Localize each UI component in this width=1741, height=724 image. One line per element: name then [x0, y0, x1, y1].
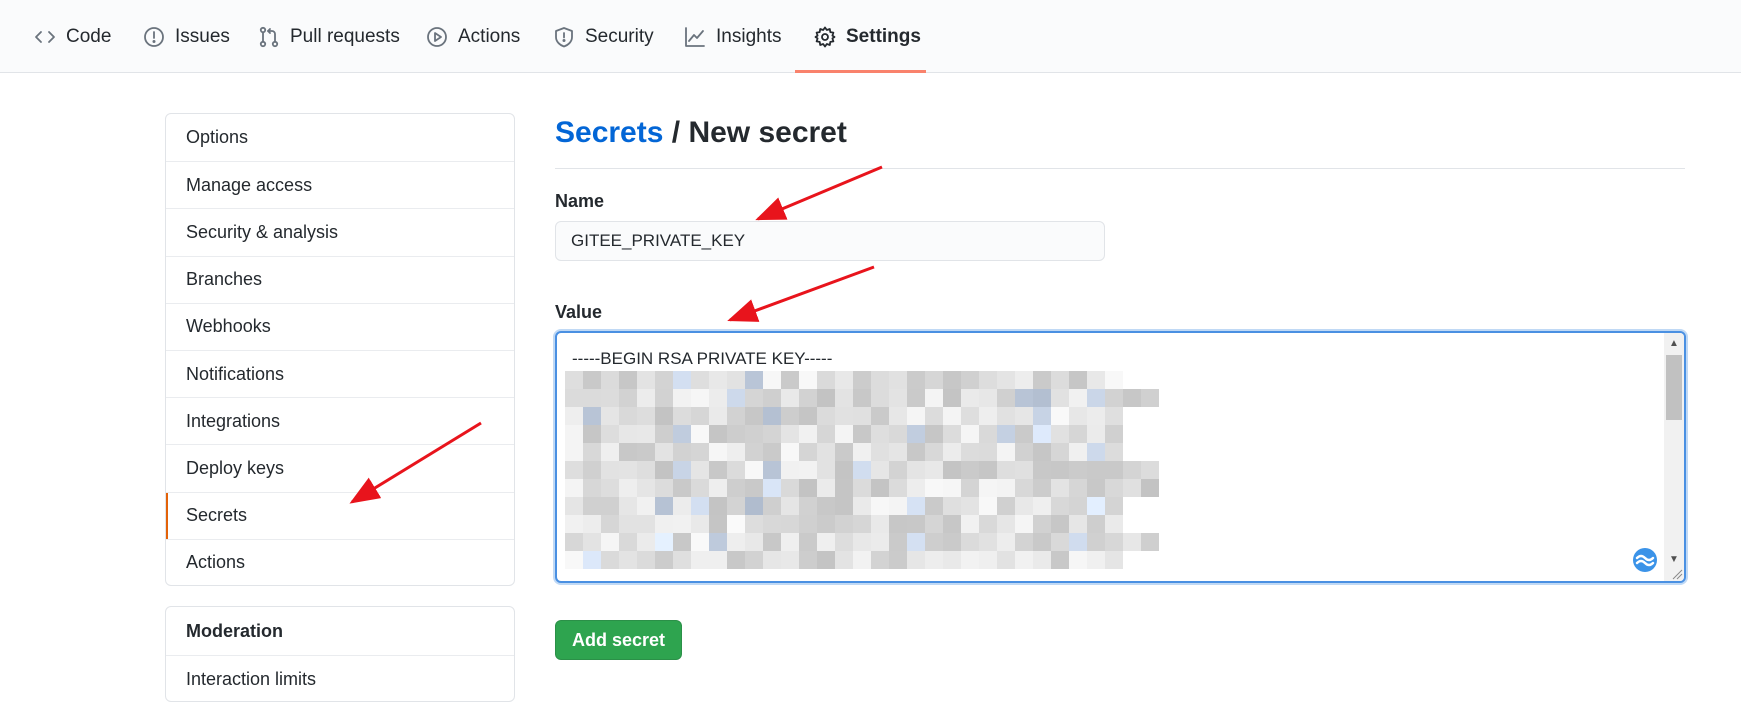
page-title-text: New secret: [688, 116, 847, 149]
issue-icon: [144, 26, 164, 47]
breadcrumb-separator: /: [663, 116, 689, 149]
tab-code[interactable]: Code: [34, 0, 111, 73]
resize-grip-icon[interactable]: [1671, 568, 1683, 580]
tab-code-label: Code: [66, 25, 112, 47]
redacted-key-content: [565, 371, 1159, 569]
secret-value-textarea[interactable]: -----BEGIN RSA PRIVATE KEY----- ▲ ▼: [555, 331, 1686, 583]
sidebar-item-options[interactable]: Options: [166, 114, 514, 161]
tab-pull-requests-label: Pull requests: [290, 25, 400, 47]
moderation-menu: Moderation Interaction limits: [165, 606, 515, 702]
sidebar-item-manage-access[interactable]: Manage access: [166, 161, 514, 208]
page-title: Secrets / New secret: [555, 116, 1685, 169]
repo-nav: Code Issues Pull requests Actions Securi…: [0, 0, 1741, 73]
scroll-down-arrow-icon[interactable]: ▼: [1669, 555, 1679, 565]
tab-actions-label: Actions: [458, 25, 521, 47]
shield-icon: [555, 26, 573, 47]
name-label: Name: [555, 191, 605, 211]
scroll-up-arrow-icon[interactable]: ▲: [1669, 339, 1679, 349]
settings-menu: Options Manage access Security & analysi…: [165, 113, 515, 586]
sidebar-item-webhooks[interactable]: Webhooks: [166, 302, 514, 350]
graph-icon: [685, 26, 705, 47]
tab-insights[interactable]: Insights: [684, 0, 781, 73]
tab-issues-label: Issues: [175, 25, 230, 47]
add-secret-button[interactable]: Add secret: [555, 620, 682, 660]
secret-value-first-line: -----BEGIN RSA PRIVATE KEY-----: [572, 349, 833, 368]
tab-settings-label: Settings: [846, 25, 921, 47]
tab-security[interactable]: Security: [553, 0, 654, 73]
sidebar-item-notifications[interactable]: Notifications: [166, 349, 514, 397]
selected-tab-underline: [795, 70, 926, 73]
annotation-arrow-name: [755, 165, 883, 221]
grammar-extension-icon[interactable]: [1632, 547, 1658, 573]
breadcrumb-secrets-link[interactable]: Secrets: [555, 116, 663, 149]
gear-icon: [814, 26, 836, 47]
textarea-scrollbar[interactable]: ▲ ▼: [1664, 333, 1684, 581]
scroll-thumb[interactable]: [1666, 355, 1682, 420]
sidebar-item-actions[interactable]: Actions: [166, 538, 514, 585]
tab-insights-label: Insights: [716, 25, 782, 47]
sidebar-item-security-analysis[interactable]: Security & analysis: [166, 208, 514, 255]
sidebar-item-interaction-limits[interactable]: Interaction limits: [166, 655, 514, 701]
code-icon: [35, 30, 55, 43]
tab-actions[interactable]: Actions: [426, 0, 520, 73]
secret-name-input[interactable]: [555, 221, 1105, 261]
tab-security-label: Security: [585, 25, 654, 47]
sidebar-item-secrets[interactable]: Secrets: [166, 491, 514, 539]
pull-request-icon: [259, 26, 279, 47]
tab-issues[interactable]: Issues: [143, 0, 230, 73]
moderation-heading: Moderation: [186, 620, 283, 641]
play-icon: [427, 26, 447, 47]
sidebar-item-branches[interactable]: Branches: [166, 255, 514, 303]
value-label: Value: [555, 302, 603, 322]
tab-pull-requests[interactable]: Pull requests: [258, 0, 400, 73]
sidebar-item-integrations[interactable]: Integrations: [166, 397, 514, 444]
sidebar-item-deploy-keys[interactable]: Deploy keys: [166, 444, 514, 491]
tab-settings[interactable]: Settings: [814, 0, 921, 73]
annotation-arrow-value: [727, 265, 875, 322]
